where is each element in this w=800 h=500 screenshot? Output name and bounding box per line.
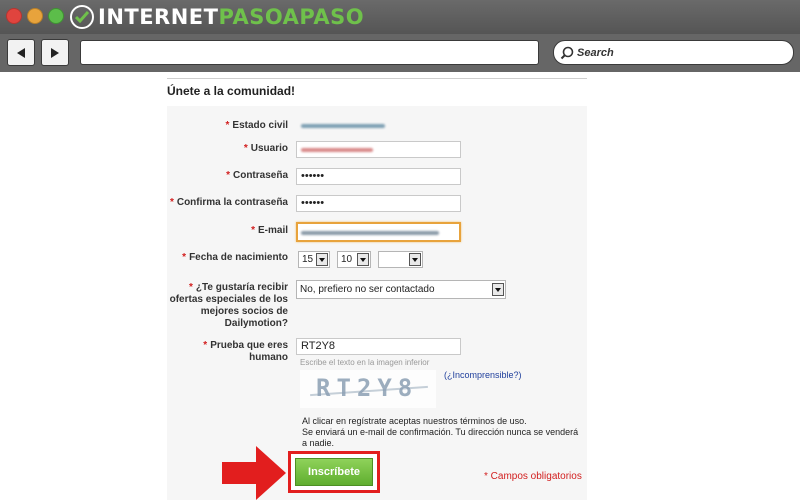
forward-button[interactable] <box>41 39 69 66</box>
label-ofertas: * ¿Te gustaría recibir ofertas especiales… <box>169 282 288 329</box>
label-fecha-nacimiento: * Fecha de nacimiento <box>182 252 288 263</box>
close-window-button[interactable] <box>6 8 22 24</box>
email-field[interactable] <box>296 222 461 242</box>
page-viewport: Únete a la comunidad! * Estado civil * Usu… <box>0 72 800 500</box>
browser-toolbar: Search <box>0 34 800 72</box>
captcha-refresh-link[interactable]: (¿Incomprensible?) <box>444 370 522 380</box>
estado-civil-value-blurred[interactable] <box>301 124 385 128</box>
chevron-down-icon <box>492 283 504 296</box>
submit-highlight-frame: Inscríbete <box>288 451 380 493</box>
label-prueba-humano: * Prueba que eres humano <box>203 340 288 363</box>
back-button[interactable] <box>7 39 35 66</box>
label-confirma-contrasena: * Confirma la contraseña <box>169 197 288 208</box>
chevron-down-icon <box>357 253 369 266</box>
birth-month-select[interactable]: 10 <box>337 251 371 268</box>
address-bar[interactable] <box>80 40 539 65</box>
captcha-image-text: RT2Y8 <box>316 374 419 402</box>
divider <box>167 78 587 79</box>
offers-select[interactable]: No, prefiero no ser contactado <box>296 280 506 299</box>
password-field[interactable]: •••••• <box>296 168 461 185</box>
submit-button[interactable]: Inscríbete <box>295 458 373 486</box>
site-logo: INTERNET PASOAPASO <box>70 4 364 30</box>
birth-year-select[interactable] <box>378 251 423 268</box>
chevron-down-icon <box>316 253 328 266</box>
email-value-blurred <box>301 231 439 235</box>
username-value-blurred <box>301 148 373 152</box>
arrow-right-icon <box>51 47 59 58</box>
checkmark-icon <box>70 5 94 29</box>
label-estado-civil: * Estado civil <box>225 120 288 131</box>
search-icon <box>560 46 574 59</box>
captcha-hint: Escribe el texto en la imagen inferior <box>300 358 430 367</box>
confirm-password-field[interactable]: •••••• <box>296 195 461 212</box>
browser-titlebar: INTERNET PASOAPASO <box>0 0 800 34</box>
minimize-window-button[interactable] <box>27 8 43 24</box>
terms-line-1: Al clicar en regístrate aceptas nuestros… <box>302 416 527 426</box>
page-title: Únete a la comunidad! <box>167 84 296 98</box>
captcha-input[interactable]: RT2Y8 <box>296 338 461 355</box>
arrow-left-icon <box>17 47 25 58</box>
maximize-window-button[interactable] <box>48 8 64 24</box>
logo-text-pasoapaso: PASOAPASO <box>218 5 365 29</box>
label-usuario: * Usuario <box>243 143 288 154</box>
red-arrow-icon <box>222 446 286 500</box>
birth-month-value: 10 <box>341 254 353 265</box>
offers-value: No, prefiero no ser contactado <box>300 284 435 295</box>
label-contrasena: * Contraseña <box>226 170 288 181</box>
terms-line-2: Se enviará un e-mail de confirmación. Tu… <box>302 427 579 448</box>
required-fields-note: * Campos obligatorios <box>484 471 582 482</box>
chevron-down-icon <box>409 253 421 266</box>
search-placeholder: Search <box>577 46 614 59</box>
label-email: * E-mail <box>251 225 288 236</box>
logo-text-internet: INTERNET <box>98 5 219 29</box>
search-box[interactable]: Search <box>553 40 794 65</box>
captcha-image: RT2Y8 <box>300 370 436 408</box>
birth-day-select[interactable]: 15 <box>298 251 330 268</box>
terms-text: Al clicar en regístrate aceptas nuestros… <box>302 416 584 449</box>
birth-day-value: 15 <box>302 254 314 265</box>
username-field[interactable] <box>296 141 461 158</box>
